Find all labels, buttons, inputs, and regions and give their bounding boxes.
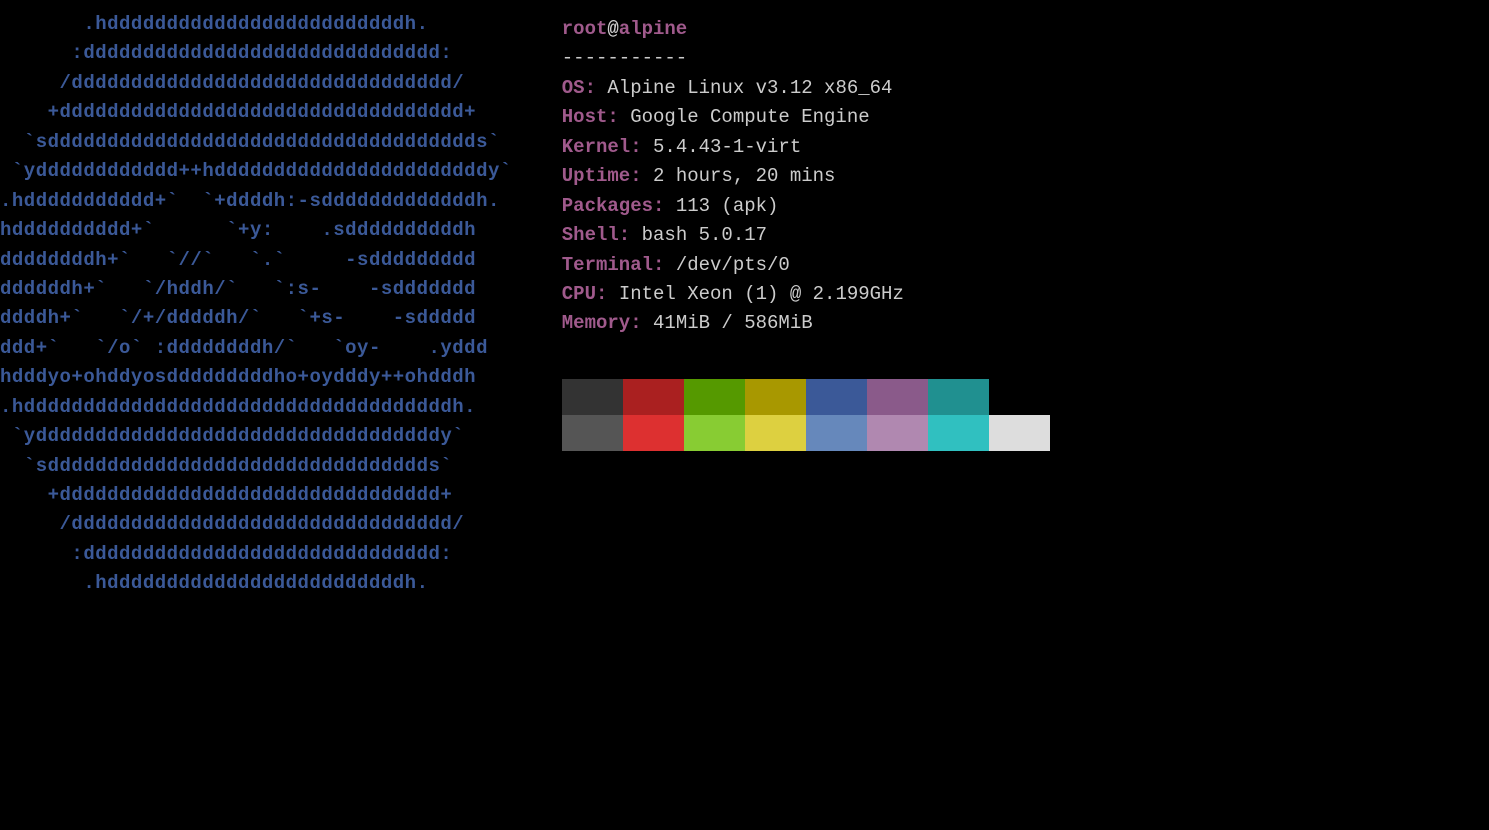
packages-label: Packages [562, 195, 653, 217]
os-label: OS [562, 77, 585, 99]
color-swatch [745, 379, 806, 415]
color-swatch [989, 379, 1050, 415]
username: root [562, 18, 608, 40]
color-swatch [806, 415, 867, 451]
shell-value: bash 5.0.17 [642, 224, 767, 246]
terminal-label: Terminal [562, 254, 653, 276]
cpu-label: CPU [562, 283, 596, 305]
os-value: Alpine Linux v3.12 x86_64 [607, 77, 892, 99]
host-label: Host [562, 106, 608, 128]
cpu-row: CPU: Intel Xeon (1) @ 2.199GHz [562, 280, 1050, 309]
memory-label: Memory [562, 312, 630, 334]
host-value: Google Compute Engine [630, 106, 869, 128]
user-host-line: root@alpine [562, 15, 1050, 44]
packages-row: Packages: 113 (apk) [562, 192, 1050, 221]
color-swatch [806, 379, 867, 415]
color-swatch [684, 415, 745, 451]
color-swatch [867, 379, 928, 415]
os-row: OS: Alpine Linux v3.12 x86_64 [562, 74, 1050, 103]
kernel-row: Kernel: 5.4.43-1-virt [562, 133, 1050, 162]
ascii-logo: .hdddddddddddddddddddddddddh. :ddddddddd… [0, 10, 512, 820]
color-row-dark [562, 379, 1050, 415]
shell-label: Shell [562, 224, 619, 246]
cpu-value: Intel Xeon (1) @ 2.199GHz [619, 283, 904, 305]
system-info-panel: root@alpine ----------- OS: Alpine Linux… [562, 10, 1050, 820]
color-swatch [928, 379, 989, 415]
host-row: Host: Google Compute Engine [562, 103, 1050, 132]
shell-row: Shell: bash 5.0.17 [562, 221, 1050, 250]
color-palette [562, 379, 1050, 451]
color-row-bright [562, 415, 1050, 451]
color-swatch [867, 415, 928, 451]
kernel-label: Kernel [562, 136, 630, 158]
uptime-row: Uptime: 2 hours, 20 mins [562, 162, 1050, 191]
at-symbol: @ [607, 18, 618, 40]
color-swatch [623, 379, 684, 415]
color-swatch [989, 415, 1050, 451]
packages-value: 113 (apk) [676, 195, 779, 217]
color-swatch [684, 379, 745, 415]
color-swatch [562, 379, 623, 415]
kernel-value: 5.4.43-1-virt [653, 136, 801, 158]
terminal-value: /dev/pts/0 [676, 254, 790, 276]
color-swatch [928, 415, 989, 451]
hostname: alpine [619, 18, 687, 40]
color-swatch [623, 415, 684, 451]
memory-value: 41MiB / 586MiB [653, 312, 813, 334]
terminal-row: Terminal: /dev/pts/0 [562, 251, 1050, 280]
color-swatch [745, 415, 806, 451]
uptime-value: 2 hours, 20 mins [653, 165, 835, 187]
uptime-label: Uptime [562, 165, 630, 187]
separator-line: ----------- [562, 44, 1050, 73]
memory-row: Memory: 41MiB / 586MiB [562, 309, 1050, 338]
color-swatch [562, 415, 623, 451]
